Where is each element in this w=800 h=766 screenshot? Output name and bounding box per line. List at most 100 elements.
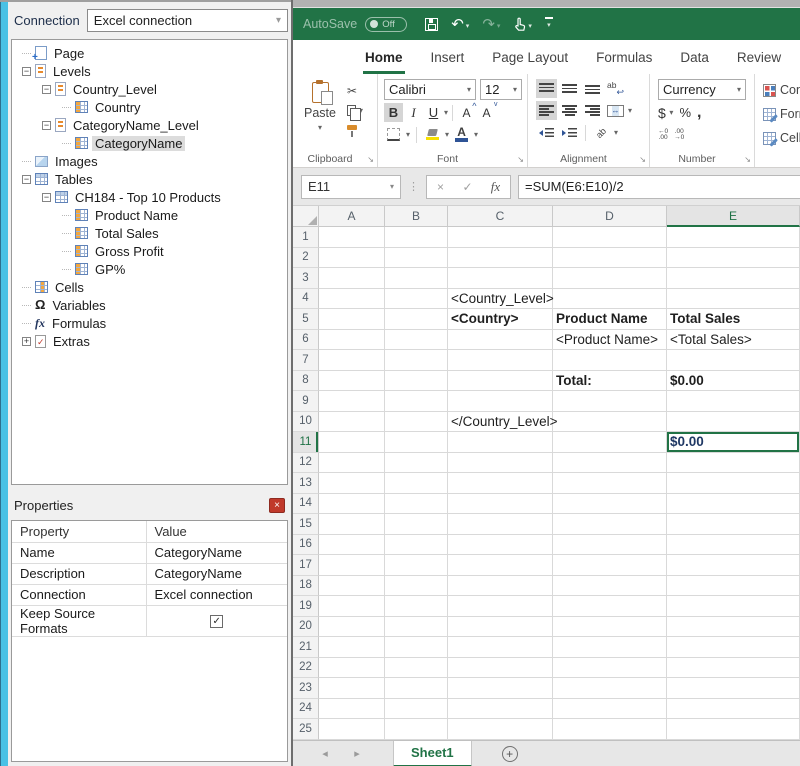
prev-sheet-arrow-icon[interactable]: ◂	[317, 747, 333, 760]
grid-cell-d15[interactable]	[553, 514, 667, 535]
grid-cell-a3[interactable]	[319, 268, 385, 289]
grid-cell-b2[interactable]	[385, 248, 448, 269]
tree-item-country[interactable]: Country	[12, 98, 287, 116]
grid-cell-c21[interactable]	[448, 637, 553, 658]
grid-cell-a1[interactable]	[319, 227, 385, 248]
select-all-corner[interactable]	[293, 206, 319, 227]
grid-cell-a20[interactable]	[319, 617, 385, 638]
grid-cell-e21[interactable]	[667, 637, 800, 658]
align-left-button[interactable]	[536, 101, 557, 120]
tree-item-country-level[interactable]: −Country_Level	[12, 80, 287, 98]
grid-cell-d18[interactable]	[553, 576, 667, 597]
middle-align-button[interactable]	[559, 79, 580, 98]
chevron-down-icon[interactable]: ▾	[444, 108, 448, 117]
grid-cell-c2[interactable]	[448, 248, 553, 269]
grid-cell-a17[interactable]	[319, 555, 385, 576]
property-value[interactable]: CategoryName	[146, 563, 287, 584]
styles-button-con[interactable]: Con	[763, 80, 800, 100]
tree-item-product-name[interactable]: Product Name	[12, 206, 287, 224]
grid-cell-e18[interactable]	[667, 576, 800, 597]
accounting-format-button[interactable]: $ ▾	[658, 103, 673, 122]
font-size-combo[interactable]: 12 ▾	[480, 79, 522, 100]
grid-cell-a6[interactable]	[319, 330, 385, 351]
chevron-down-icon[interactable]: ▾	[614, 128, 618, 137]
chevron-down-icon[interactable]: ▾	[628, 106, 632, 115]
merge-center-button[interactable]: ↔	[605, 101, 626, 120]
sheet-tab-sheet1[interactable]: Sheet1	[393, 741, 472, 766]
grid-cell-e14[interactable]	[667, 494, 800, 515]
grid-cell-a18[interactable]	[319, 576, 385, 597]
increase-indent-button[interactable]	[559, 123, 580, 142]
tree-item-tables[interactable]: −Tables	[12, 170, 287, 188]
grid-cell-b18[interactable]	[385, 576, 448, 597]
grid-cell-e24[interactable]	[667, 699, 800, 720]
grid-cell-c25[interactable]	[448, 719, 553, 740]
row-header-2[interactable]: 2	[293, 248, 319, 269]
grid-cell-d3[interactable]	[553, 268, 667, 289]
row-header-19[interactable]: 19	[293, 596, 319, 617]
grid-cell-d10[interactable]	[553, 412, 667, 433]
grid-cell-a10[interactable]	[319, 412, 385, 433]
number-format-combo[interactable]: Currency ▾	[658, 79, 746, 100]
grid-cell-e8[interactable]: $0.00	[667, 371, 800, 392]
grid-cell-c9[interactable]	[448, 391, 553, 412]
tab-page-layout[interactable]: Page Layout	[490, 50, 570, 74]
grid-cell-a12[interactable]	[319, 453, 385, 474]
autosave-toggle[interactable]: Off	[365, 17, 407, 32]
tree-item-levels[interactable]: −Levels	[12, 62, 287, 80]
grid-cell-a25[interactable]	[319, 719, 385, 740]
orientation-button[interactable]: ab	[591, 123, 612, 142]
redo-button[interactable]: ↷ ▾	[482, 17, 500, 32]
expander-icon[interactable]: +	[22, 337, 31, 346]
grid-cell-a7[interactable]	[319, 350, 385, 371]
align-right-button[interactable]	[582, 101, 603, 120]
grid-cell-b17[interactable]	[385, 555, 448, 576]
grid-cell-e11[interactable]: $0.00	[667, 432, 800, 453]
grid-cell-a16[interactable]	[319, 535, 385, 556]
format-painter-button[interactable]	[345, 121, 365, 140]
copy-button[interactable]: ▾	[345, 101, 365, 120]
column-header-b[interactable]: B	[385, 206, 448, 227]
grid-cell-b21[interactable]	[385, 637, 448, 658]
row-header-7[interactable]: 7	[293, 350, 319, 371]
grid-cell-b11[interactable]	[385, 432, 448, 453]
row-header-18[interactable]: 18	[293, 576, 319, 597]
grid-cell-d2[interactable]	[553, 248, 667, 269]
underline-button[interactable]: U	[424, 103, 443, 122]
property-value[interactable]: CategoryName	[146, 542, 287, 563]
checkbox-checked-icon[interactable]: ✓	[210, 615, 223, 628]
column-header-d[interactable]: D	[553, 206, 667, 227]
row-header-23[interactable]: 23	[293, 678, 319, 699]
grid-cell-d12[interactable]	[553, 453, 667, 474]
bold-button[interactable]: B	[384, 103, 403, 122]
grid-cell-d24[interactable]	[553, 699, 667, 720]
grid-cell-b15[interactable]	[385, 514, 448, 535]
grid-cell-d6[interactable]: <Product Name>	[553, 330, 667, 351]
grid-cell-b4[interactable]	[385, 289, 448, 310]
undo-button[interactable]: ↶ ▾	[451, 17, 469, 32]
grid-cell-e20[interactable]	[667, 617, 800, 638]
grid-cell-d5[interactable]: Product Name	[553, 309, 667, 330]
expander-icon[interactable]: −	[42, 85, 51, 94]
insert-function-icon[interactable]: fx	[481, 179, 510, 195]
decrease-indent-button[interactable]	[536, 123, 557, 142]
styles-button-cell[interactable]: Cell	[763, 128, 800, 148]
column-header-e[interactable]: E	[667, 206, 800, 227]
grid-cell-c1[interactable]	[448, 227, 553, 248]
row-header-9[interactable]: 9	[293, 391, 319, 412]
grid-cell-c10[interactable]: </Country_Level>	[448, 412, 553, 433]
touch-mode-button[interactable]: ▾	[513, 17, 532, 32]
grid-cell-d17[interactable]	[553, 555, 667, 576]
tree-item-images[interactable]: Images	[12, 152, 287, 170]
row-header-16[interactable]: 16	[293, 535, 319, 556]
row-header-24[interactable]: 24	[293, 699, 319, 720]
grid-cell-b23[interactable]	[385, 678, 448, 699]
new-sheet-icon[interactable]: +	[502, 746, 518, 762]
grid-cell-d9[interactable]	[553, 391, 667, 412]
chevron-down-icon[interactable]: ▾	[474, 130, 478, 139]
grid-cell-b10[interactable]	[385, 412, 448, 433]
grow-font-button[interactable]: A	[457, 103, 476, 122]
grid-cell-b7[interactable]	[385, 350, 448, 371]
styles-button-form[interactable]: Form	[763, 104, 800, 124]
expander-icon[interactable]: −	[42, 193, 51, 202]
